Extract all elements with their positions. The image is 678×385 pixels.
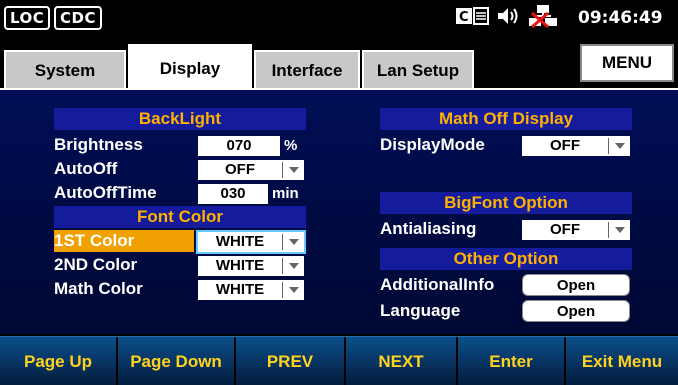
brightness-unit: %	[284, 137, 298, 154]
tab-display[interactable]: Display	[128, 44, 252, 88]
chevron-down-icon	[282, 258, 304, 274]
autoofftime-field[interactable]: 030	[198, 184, 268, 204]
antialiasing-value: OFF	[550, 221, 580, 238]
math-off-display-header: Math Off Display	[380, 108, 632, 130]
tab-system[interactable]: System	[4, 50, 126, 88]
second-color-dropdown[interactable]: WHITE	[198, 256, 304, 276]
clock: 09:46:49	[578, 8, 663, 28]
displaymode-label: DisplayMode	[380, 135, 485, 154]
first-color-dropdown[interactable]: WHITE	[196, 230, 306, 254]
antialiasing-label: Antialiasing	[380, 219, 477, 238]
local-mode-badge: LOC	[4, 6, 51, 30]
second-color-value: WHITE	[215, 257, 265, 274]
tab-lan-setup[interactable]: Lan Setup	[362, 50, 474, 88]
math-color-label: Math Color	[54, 279, 143, 298]
next-softkey[interactable]: NEXT	[346, 337, 458, 385]
page-down-softkey[interactable]: Page Down	[118, 337, 236, 385]
exit-menu-softkey[interactable]: Exit Menu	[566, 337, 678, 385]
chevron-down-icon	[282, 162, 304, 178]
display-settings-panel: BackLight Brightness 070 % AutoOff OFF A…	[0, 88, 678, 334]
autooff-dropdown[interactable]: OFF	[198, 160, 304, 180]
language-open-button[interactable]: Open	[522, 300, 630, 322]
language-label: Language	[380, 301, 461, 320]
status-bar: LOC CDC C 09:46:49	[0, 0, 678, 36]
enter-softkey[interactable]: Enter	[458, 337, 566, 385]
autoofftime-unit: min	[272, 185, 299, 202]
math-color-dropdown[interactable]: WHITE	[198, 280, 304, 300]
antialiasing-dropdown[interactable]: OFF	[522, 220, 630, 240]
additionalinfo-open-button[interactable]: Open	[522, 274, 630, 296]
chevron-down-icon	[282, 234, 304, 250]
first-color-label: 1ST Color	[54, 230, 194, 252]
bigfont-option-header: BigFont Option	[380, 192, 632, 214]
second-color-label: 2ND Color	[54, 255, 138, 274]
backlight-header: BackLight	[54, 108, 306, 130]
font-color-header: Font Color	[54, 206, 306, 228]
math-color-value: WHITE	[215, 281, 265, 298]
first-color-value: WHITE	[215, 233, 265, 250]
speaker-icon	[496, 6, 522, 31]
prev-softkey[interactable]: PREV	[236, 337, 346, 385]
autoofftime-label: AutoOffTime	[54, 183, 157, 202]
tab-interface[interactable]: Interface	[254, 50, 360, 88]
brightness-label: Brightness	[54, 135, 143, 154]
chevron-down-icon	[608, 222, 630, 238]
other-option-header: Other Option	[380, 248, 632, 270]
cdc-mode-badge: CDC	[54, 6, 102, 30]
keyboard-icon: C	[456, 6, 490, 30]
softkey-bar: Page Up Page Down PREV NEXT Enter Exit M…	[0, 336, 678, 385]
chevron-down-icon	[608, 138, 630, 154]
chevron-down-icon	[282, 282, 304, 298]
autooff-label: AutoOff	[54, 159, 118, 178]
brightness-field[interactable]: 070	[198, 136, 280, 156]
displaymode-value: OFF	[550, 137, 580, 154]
page-up-softkey[interactable]: Page Up	[0, 337, 118, 385]
network-disconnected-icon	[528, 4, 558, 33]
additionalinfo-label: AdditionalInfo	[380, 275, 495, 294]
autooff-value: OFF	[225, 161, 255, 178]
tab-bar: System Display Interface Lan Setup MENU	[0, 40, 678, 88]
menu-button[interactable]: MENU	[580, 44, 674, 82]
displaymode-dropdown[interactable]: OFF	[522, 136, 630, 156]
svg-text:C: C	[459, 10, 469, 25]
status-icons: C	[456, 4, 564, 33]
